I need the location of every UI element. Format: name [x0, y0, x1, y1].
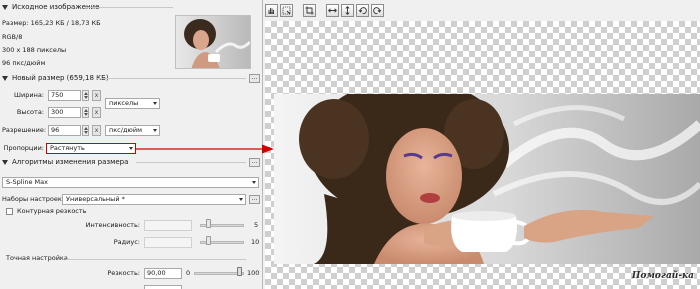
flip-vertical-button[interactable]: [341, 3, 354, 17]
hand-icon: [268, 7, 274, 14]
section-divider: [66, 259, 246, 260]
presets-options-button[interactable]: ...: [249, 195, 260, 204]
flip-horizontal-icon: [328, 7, 337, 13]
chevron-down-icon: [129, 147, 133, 150]
new-size-section-header[interactable]: Новый размер (659,18 КБ): [2, 73, 109, 83]
source-dimensions: 300 x 188 пикселы: [2, 46, 67, 54]
algorithms-header-text: Алгоритмы изменения размера: [12, 158, 129, 166]
sharp-field[interactable]: 90,00: [144, 268, 182, 279]
sharp-min: 0: [186, 269, 191, 277]
proportions-value: Растянуть: [50, 144, 85, 152]
section-divider: [85, 7, 173, 8]
chevron-down-icon: [153, 129, 157, 132]
algorithms-options-button[interactable]: ...: [249, 158, 260, 167]
resolution-unit-value: пкс/дюйм: [109, 126, 143, 134]
proportions-label: Пропорции:: [3, 144, 44, 152]
sharp-max: 100: [247, 269, 260, 277]
intensity-max: 5: [254, 221, 259, 229]
rotate-right-icon: [373, 6, 382, 14]
zoom-icon: [282, 6, 291, 14]
source-size: Размер: 165,23 КБ / 18,73 КБ: [2, 19, 101, 27]
rotate-left-icon: [358, 6, 367, 14]
presets-select[interactable]: Универсальный *: [62, 194, 246, 205]
width-field[interactable]: 750: [48, 90, 81, 101]
flip-horizontal-button[interactable]: [326, 3, 339, 17]
width-stepper[interactable]: [82, 90, 89, 101]
preview-toolbar: [265, 3, 386, 17]
rotate-right-button[interactable]: [371, 3, 384, 17]
red-arrow-annotation: [136, 144, 274, 154]
crop-icon: [305, 6, 314, 14]
size-unit-value: пикселы: [109, 99, 139, 107]
chevron-down-icon: [252, 181, 256, 184]
source-color-mode: RGB/8: [2, 33, 23, 41]
resolution-field[interactable]: 96: [48, 125, 81, 136]
width-label: Ширина:: [14, 91, 44, 99]
collapse-triangle-icon: [2, 159, 8, 165]
preview-canvas[interactable]: Помогай-ка: [265, 21, 700, 289]
flip-vertical-icon: [345, 5, 350, 15]
proportions-select[interactable]: Растянуть: [46, 143, 136, 154]
height-field[interactable]: 300: [48, 107, 81, 118]
sharp-label: Резкость:: [107, 269, 140, 277]
presets-value: Универсальный *: [66, 195, 125, 203]
method-value: S-Spline Max: [6, 178, 48, 186]
radius-max: 10: [251, 238, 260, 246]
collapse-triangle-icon: [2, 4, 8, 10]
section-divider: [96, 78, 246, 79]
preview-photo: [274, 94, 700, 264]
rotate-left-button[interactable]: [356, 3, 369, 17]
resolution-label: Разрешение:: [2, 126, 47, 134]
radius-field[interactable]: [144, 237, 192, 248]
intensity-field[interactable]: [144, 220, 192, 231]
thumbnail-photo: [176, 16, 250, 68]
intensity-label: Интенсивность:: [85, 221, 140, 229]
section-divider: [136, 162, 246, 163]
crop-tool-button[interactable]: [303, 3, 316, 17]
hand-tool-button[interactable]: [265, 3, 278, 17]
resolution-unit-select[interactable]: пкс/дюйм: [105, 125, 160, 136]
sharp-slider-thumb[interactable]: [236, 267, 242, 276]
chevron-down-icon: [153, 102, 157, 105]
fine-tune-label: Точная настройка: [6, 254, 68, 262]
presets-label: Наборы настроек:: [2, 195, 64, 203]
algorithms-section-header[interactable]: Алгоритмы изменения размера: [2, 157, 128, 167]
preview-area: Помогай-ка: [264, 0, 700, 289]
radius-label: Радиус:: [113, 238, 140, 246]
next-field[interactable]: [144, 285, 182, 289]
height-stepper[interactable]: [82, 107, 89, 118]
chevron-down-icon: [239, 198, 243, 201]
source-resolution: 96 пкс/дюйм: [2, 59, 46, 67]
link-icon[interactable]: x: [92, 125, 101, 136]
link-icon[interactable]: x: [92, 90, 101, 101]
resized-preview-image: [274, 94, 700, 264]
source-thumbnail: [175, 15, 251, 69]
sharpness-checkbox[interactable]: [6, 208, 13, 215]
size-unit-select[interactable]: пикселы: [105, 98, 160, 109]
new-size-header-text: Новый размер (659,18 КБ): [12, 74, 109, 82]
link-icon[interactable]: x: [92, 107, 101, 118]
watermark-text: Помогай-ка: [631, 271, 694, 281]
radius-slider-thumb[interactable]: [206, 236, 211, 245]
collapse-triangle-icon: [2, 75, 8, 81]
method-select[interactable]: S-Spline Max: [2, 177, 259, 188]
new-size-options-button[interactable]: ...: [249, 74, 260, 83]
sharpness-label: Контурная резкость: [17, 207, 87, 215]
height-label: Высота:: [16, 108, 44, 116]
intensity-slider-thumb[interactable]: [206, 219, 211, 228]
zoom-tool-button[interactable]: [280, 3, 293, 17]
resolution-stepper[interactable]: [82, 125, 89, 136]
